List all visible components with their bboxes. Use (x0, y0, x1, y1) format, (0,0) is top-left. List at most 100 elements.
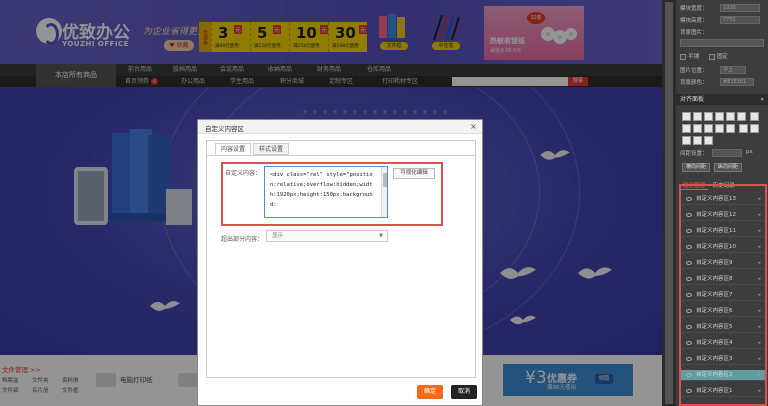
align-right-icon[interactable] (704, 112, 713, 121)
spacing-label: 间距设置： (680, 151, 708, 157)
layer-label: 自定义内容区3 (696, 356, 733, 362)
eye-icon[interactable] (686, 292, 692, 297)
custom-html-textarea[interactable]: <div class="rel" style="position:relativ… (264, 166, 388, 218)
layer-top-icon[interactable] (682, 136, 691, 145)
overflow-select[interactable]: 显示 ▼ (266, 230, 388, 242)
module-width-row: 模块宽度： 1920 (680, 4, 760, 13)
layer-item-selected[interactable]: 自定义内容区2 ▸ (681, 370, 765, 381)
layer-item[interactable]: 自定义内容区10 ▸ (681, 242, 765, 253)
same-height-icon[interactable] (704, 124, 713, 133)
align-panel-header: 对齐面板 » (676, 94, 768, 105)
layer-item[interactable]: 自定义内容区1 ▸ (681, 386, 765, 397)
fixed-checkbox[interactable] (708, 53, 715, 60)
layer-bottom-icon[interactable] (693, 136, 702, 145)
layer-down-icon[interactable] (749, 124, 759, 133)
module-width-input[interactable]: 1920 (720, 4, 760, 12)
spacing-input[interactable] (712, 149, 742, 157)
distribute-h-icon[interactable] (749, 112, 759, 121)
chevron-right-icon: ▸ (758, 276, 761, 282)
eye-icon[interactable] (686, 276, 692, 281)
layer-item[interactable]: 自定义内容区3 ▸ (681, 354, 765, 365)
eye-icon[interactable] (686, 324, 692, 329)
align-middle-icon[interactable] (726, 112, 735, 121)
eye-icon[interactable] (686, 196, 692, 201)
textarea-scrollbar[interactable] (381, 167, 387, 217)
bg-image-label: 背景图片： (680, 30, 708, 36)
content-label: 自定义内容： (225, 170, 262, 177)
eye-icon[interactable] (686, 212, 692, 217)
layer-label: 自定义内容区1 (696, 388, 733, 394)
bg-options-row: 平铺 固定 (680, 52, 728, 61)
module-height-input[interactable]: 7752 (720, 16, 760, 24)
chevron-right-icon: ▸ (758, 260, 761, 266)
layer-item[interactable]: 自定义内容区12 ▸ (681, 210, 765, 221)
tab-content-settings[interactable]: 内容设置 (215, 143, 252, 155)
align-buttons (682, 112, 764, 148)
layer-item[interactable]: 自定义内容区7 ▸ (681, 290, 765, 301)
eye-icon[interactable] (686, 260, 692, 265)
chevron-right-icon: ▸ (758, 324, 761, 330)
chevron-right-icon: ▸ (758, 356, 761, 362)
confirm-button[interactable]: 确定 (417, 385, 443, 399)
layer-item[interactable]: 自定义内容区13 ▸ (681, 194, 765, 205)
eye-icon[interactable] (686, 228, 692, 233)
spacing-unit: px (746, 149, 753, 155)
collapse-icon[interactable]: » (760, 94, 764, 105)
overflow-select-value: 显示 (272, 233, 284, 239)
fixed-label: 固定 (716, 54, 728, 60)
layer-label: 自定义内容区4 (696, 340, 733, 346)
dialog-tabs: 内容设置 样式设置 (215, 143, 291, 155)
layer-item[interactable]: 自定义内容区6 ▸ (681, 306, 765, 317)
layer-item[interactable]: 自定义内容区11 ▸ (681, 226, 765, 237)
align-top-icon[interactable] (715, 112, 724, 121)
layer-label: 自定义内容区2 (696, 372, 733, 378)
image-position-select[interactable]: 中上 (720, 66, 746, 74)
eye-icon[interactable] (686, 308, 692, 313)
bg-color-row: 背景颜色： #E1E1E1 (680, 78, 754, 87)
align-bottom-icon[interactable] (737, 112, 746, 121)
editor-scrollbar[interactable] (662, 0, 676, 406)
eye-icon[interactable] (686, 340, 692, 345)
chevron-down-icon: ▼ (379, 233, 383, 239)
horizontal-spacing-button[interactable]: 横向间距 (682, 163, 710, 172)
eye-icon[interactable] (686, 388, 692, 393)
bg-image-input[interactable] (680, 39, 764, 47)
spacing-row: 间距设置： px (680, 149, 753, 158)
vertical-spacing-button[interactable]: 纵向间距 (714, 163, 742, 172)
layer-item[interactable]: 自定义内容区9 ▸ (681, 258, 765, 269)
layer-label: 自定义内容区11 (696, 228, 736, 234)
tile-label: 平铺 (688, 54, 700, 60)
layer-label: 自定义内容区13 (696, 196, 736, 202)
align-center-icon[interactable] (693, 112, 702, 121)
distribute-v-icon[interactable] (682, 124, 691, 133)
layer-item[interactable]: 自定义内容区8 ▸ (681, 274, 765, 285)
layer-label: 自定义内容区9 (696, 260, 733, 266)
tile-checkbox[interactable] (680, 53, 686, 60)
align-left-icon[interactable] (682, 112, 691, 121)
chevron-right-icon: ▸ (758, 244, 761, 250)
image-position-row: 图片位置： 中上 (680, 66, 746, 75)
chevron-right-icon: ▸ (758, 340, 761, 346)
same-width-icon[interactable] (693, 124, 702, 133)
layer-label: 自定义内容区10 (696, 244, 736, 250)
scrollbar-thumb[interactable] (665, 2, 673, 404)
eye-icon[interactable] (686, 244, 692, 249)
visual-edit-button[interactable]: 可视化编辑 (393, 168, 435, 179)
lock-icon[interactable] (704, 136, 713, 145)
align-grid-icon[interactable] (726, 124, 735, 133)
layer-up-icon[interactable] (738, 124, 748, 133)
chevron-right-icon: ▸ (758, 212, 761, 218)
close-icon[interactable]: × (469, 122, 478, 131)
same-size-icon[interactable] (715, 124, 724, 133)
layer-item[interactable]: 自定义内容区4 ▸ (681, 338, 765, 349)
chevron-right-icon: ▸ (758, 196, 761, 202)
eye-icon[interactable] (686, 372, 692, 377)
overflow-label: 超出部分内容： (221, 236, 264, 243)
bg-color-input[interactable]: #E1E1E1 (720, 78, 754, 86)
layer-item[interactable]: 自定义内容区5 ▸ (681, 322, 765, 333)
eye-icon[interactable] (686, 356, 692, 361)
cancel-button[interactable]: 取消 (451, 385, 477, 399)
image-position-label: 图片位置： (680, 68, 708, 74)
tab-style-settings[interactable]: 样式设置 (253, 143, 290, 155)
custom-content-dialog: 自定义内容区 × 内容设置 样式设置 自定义内容： <div class="re… (197, 119, 483, 406)
